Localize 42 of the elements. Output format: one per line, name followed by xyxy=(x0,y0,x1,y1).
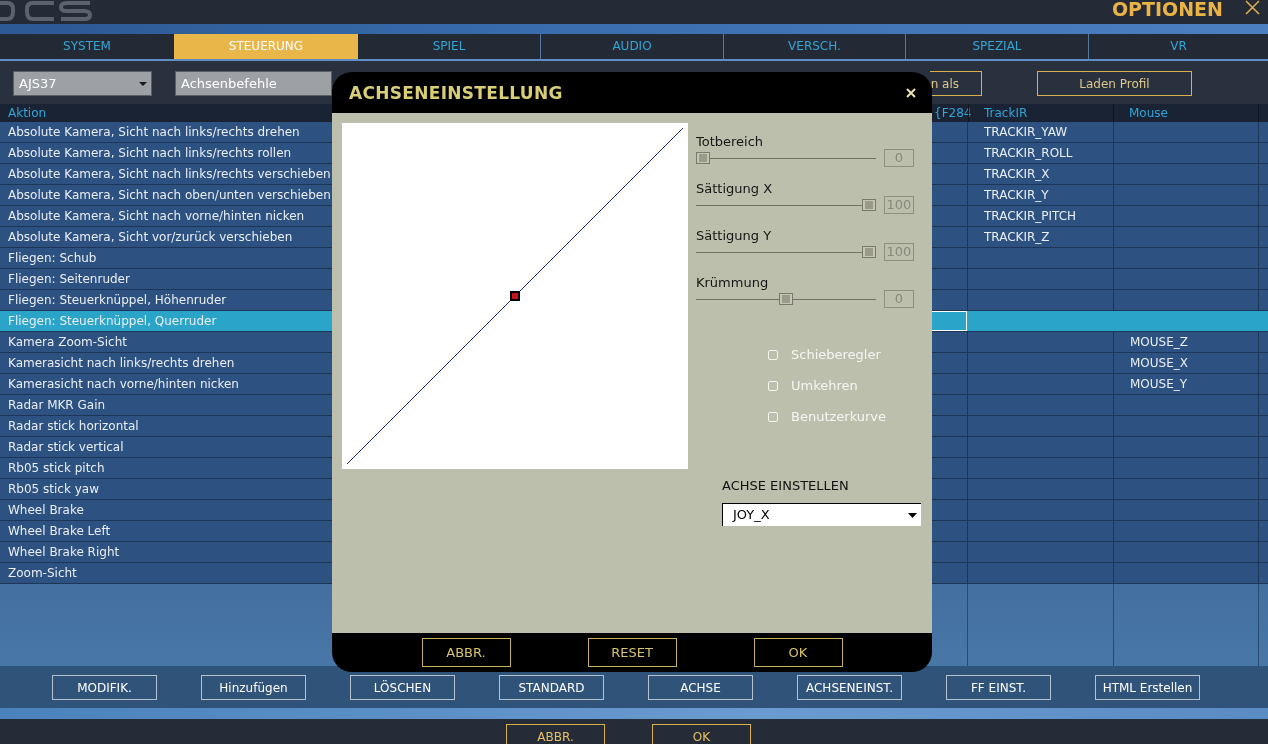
table-cell-text: Fliegen: Schub xyxy=(7,250,98,267)
table-cell-text: Kamerasicht nach links/rechts drehen xyxy=(7,355,236,372)
table-cell: TRACKIR_Y xyxy=(967,185,1113,205)
table-cell: MOUSE_Y xyxy=(1113,374,1258,394)
table-cell-text: Wheel Brake Left xyxy=(7,523,112,540)
window-title: OPTIONEN xyxy=(1111,0,1223,18)
table-cell: TRACKIR_YAW xyxy=(967,122,1113,142)
table-cell: MOUSE_X xyxy=(1113,353,1258,373)
table-cell-text: Absolute Kamera, Sicht nach oben/unten verschieben xyxy=(7,187,332,204)
checkbox-label: Schieberegler xyxy=(791,347,881,363)
checkbox-label: Umkehren xyxy=(791,378,858,394)
column-header: Aktion xyxy=(7,105,48,122)
table-cell-text: Fliegen: Steuerknüppel, Höhenruder xyxy=(7,292,228,309)
slider-label: Krümmung xyxy=(696,275,769,290)
table-cell-text: Absolute Kamera, Sicht nach links/rechts verschieben xyxy=(7,166,332,183)
table-cell-text: Radar stick horizontal xyxy=(7,418,140,435)
slider-label: Totbereich xyxy=(696,134,764,149)
table-cell-text: Absolute Kamera, Sicht nach links/rechts rollen xyxy=(7,145,293,162)
table-cell: MOUSE_Z xyxy=(1113,332,1258,352)
table-cell-text: Wheel Brake Right xyxy=(7,544,121,561)
table-cell-text: Wheel Brake xyxy=(7,502,85,519)
table-cell-text: Radar MKR Gain xyxy=(7,397,107,414)
table-cell-text: Kamera Zoom-Sicht xyxy=(7,334,128,351)
table-cell: TRACKIR_ROLL xyxy=(967,143,1113,163)
table-cell-text: Radar stick vertical xyxy=(7,439,125,456)
table-cell-text: Rb05 stick pitch xyxy=(7,460,106,477)
table-cell: TRACKIR_Z xyxy=(967,227,1113,247)
table-cell-text: Absolute Kamera, Sicht nach vorne/hinten nicken xyxy=(7,208,306,225)
table-cell-text: Fliegen: Steuerknüppel, Querruder xyxy=(7,313,218,330)
table-cell: TRACKIR_X xyxy=(967,164,1113,184)
slider-label: Sättigung X xyxy=(696,181,773,196)
table-cell: TRACKIR_PITCH xyxy=(967,206,1113,226)
table-cell-text: Absolute Kamera, Sicht vor/zurück verschieben xyxy=(7,229,294,246)
checkbox-label: Benutzerkurve xyxy=(791,409,887,425)
table-cell-text: Absolute Kamera, Sicht nach links/rechts drehen xyxy=(7,124,301,141)
slider-label: Sättigung Y xyxy=(696,228,772,243)
table-cell-text: Kamerasicht nach vorne/hinten nicken xyxy=(7,376,240,393)
dialog-title: ACHSENEINSTELLUNG xyxy=(349,82,563,103)
table-cell-text: Fliegen: Seitenruder xyxy=(7,271,131,288)
table-cell-text: Rb05 stick yaw xyxy=(7,481,100,498)
table-cell-text: Zoom-Sicht xyxy=(7,565,78,582)
field-label: ACHSE EINSTELLEN xyxy=(722,478,849,494)
